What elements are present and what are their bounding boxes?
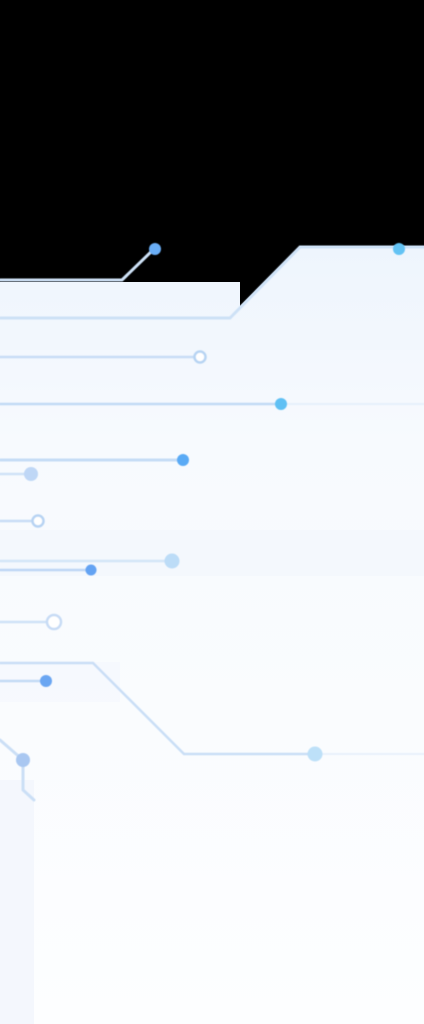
light-panel [0,246,424,1024]
left-strip [0,780,34,1024]
circuit-node-icon [177,454,189,466]
circuit-node-icon [275,398,287,410]
circuit-node-icon [393,243,405,255]
circuit-node-icon [16,753,30,767]
circuit-node-icon [193,350,207,364]
circuit-node-icon [31,514,45,528]
circuit-node-icon [24,467,38,481]
circuit-node-icon [40,675,52,687]
circuit-trace [0,246,157,282]
circuit-board-graphic [0,243,424,1024]
circuit-node-icon [164,553,180,569]
circuit-node-icon [45,613,63,631]
row-band [0,318,424,350]
circuit-node-icon [149,243,161,255]
circuit-node-icon [307,746,323,762]
circuit-node-icon [85,564,97,576]
